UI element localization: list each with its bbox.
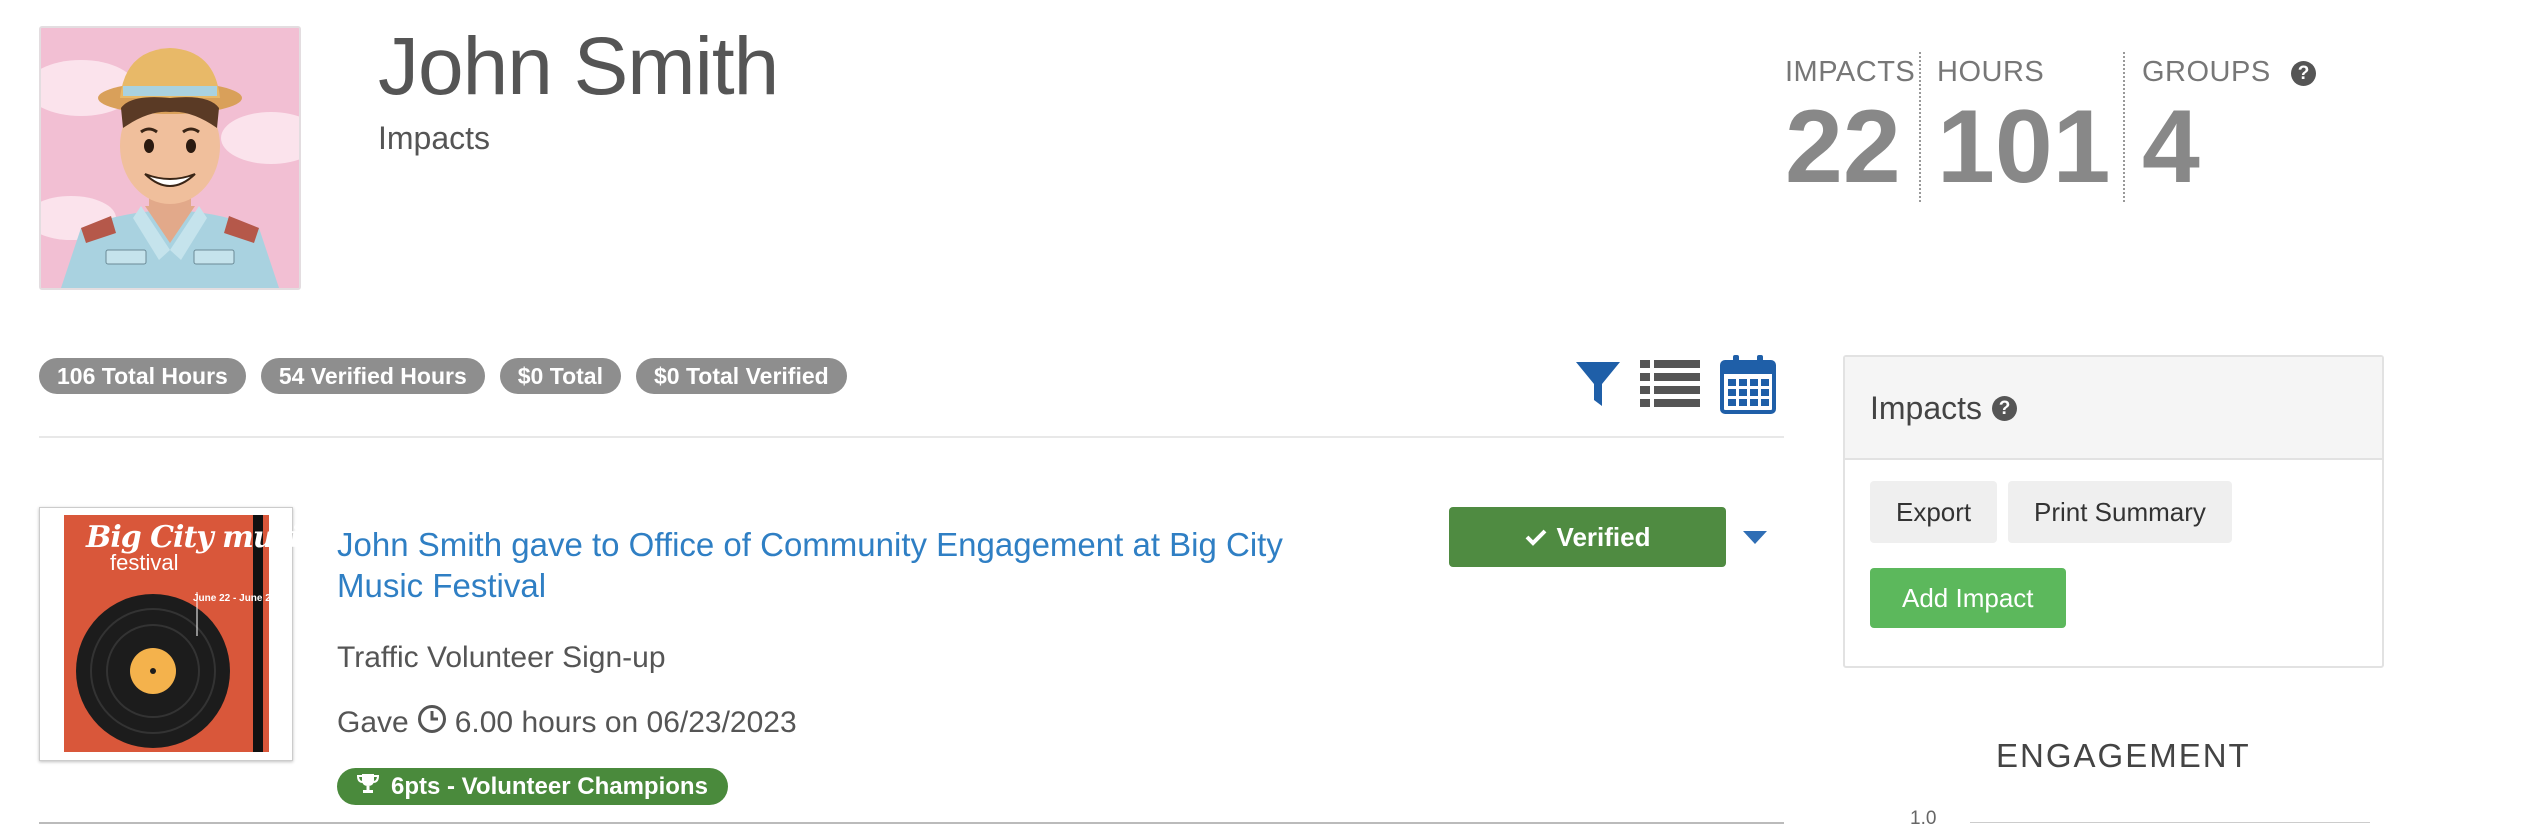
stat-groups: GROUPS ? 4 — [2142, 56, 2317, 205]
points-badge: 6pts - Volunteer Champions — [337, 768, 728, 805]
points-label: 6pts - Volunteer Champions — [391, 772, 708, 800]
stat-impacts: IMPACTS 22 — [1785, 56, 1915, 199]
calendar-icon[interactable] — [1720, 354, 1776, 419]
stat-hours-label: HOURS — [1937, 56, 2045, 88]
total-verified-badge: $0 Total Verified — [635, 358, 847, 394]
profile-name: John Smith — [378, 21, 779, 112]
verified-button[interactable]: Verified — [1449, 507, 1726, 567]
add-impact-button[interactable]: Add Impact — [1870, 568, 2066, 628]
trophy-icon — [356, 772, 380, 801]
total-amount-badge: $0 Total — [499, 358, 621, 394]
totals-badges: 106 Total Hours 54 Verified Hours $0 Tot… — [39, 358, 847, 394]
verified-label: Verified — [1556, 521, 1651, 552]
stat-groups-label: GROUPS — [2142, 56, 2271, 88]
poster-date: June 22 - June 25 — [193, 593, 277, 604]
chevron-down-icon[interactable] — [1743, 531, 1767, 550]
print-summary-button[interactable]: Print Summary — [2008, 481, 2232, 543]
gave-label: Gave — [337, 706, 409, 739]
engagement-gridline — [1970, 822, 2370, 823]
divider — [39, 436, 1784, 438]
page-subtitle: Impacts — [378, 120, 491, 156]
stat-groups-value: 4 — [2142, 89, 2200, 205]
help-icon[interactable]: ? — [1992, 396, 2018, 421]
stat-divider — [1919, 52, 1921, 202]
help-icon[interactable]: ? — [2291, 60, 2317, 86]
stat-divider — [2123, 52, 2125, 202]
filter-icon[interactable] — [1574, 360, 1622, 415]
panel-title-text: Impacts — [1870, 390, 1983, 426]
impact-detail: Gave 6.00 hours on 06/23/2023 — [337, 704, 797, 742]
profile-avatar — [39, 26, 301, 290]
hours-date: 6.00 hours on 06/23/2023 — [454, 706, 797, 739]
impact-opportunity: Traffic Volunteer Sign-up — [337, 641, 666, 674]
poster-subtitle: festival — [110, 550, 179, 575]
export-button[interactable]: Export — [1870, 481, 1998, 543]
stat-hours-value: 101 — [1937, 89, 2111, 205]
impact-title-link[interactable]: John Smith gave to Office of Community E… — [337, 524, 1347, 606]
impacts-panel-title: Impacts ? — [1870, 390, 2018, 427]
engagement-title: ENGAGEMENT — [1996, 737, 2251, 774]
total-hours-badge: 106 Total Hours — [39, 358, 246, 394]
engagement-tick-label: 1.0 — [1910, 808, 1937, 829]
clock-icon — [417, 704, 447, 742]
stat-impacts-label: IMPACTS — [1785, 56, 1916, 88]
list-icon[interactable] — [1640, 360, 1700, 413]
stat-hours: HOURS 101 — [1937, 56, 2111, 199]
verified-hours-badge: 54 Verified Hours — [260, 358, 485, 394]
check-icon — [1525, 522, 1547, 553]
stat-impacts-value: 22 — [1785, 89, 1901, 205]
